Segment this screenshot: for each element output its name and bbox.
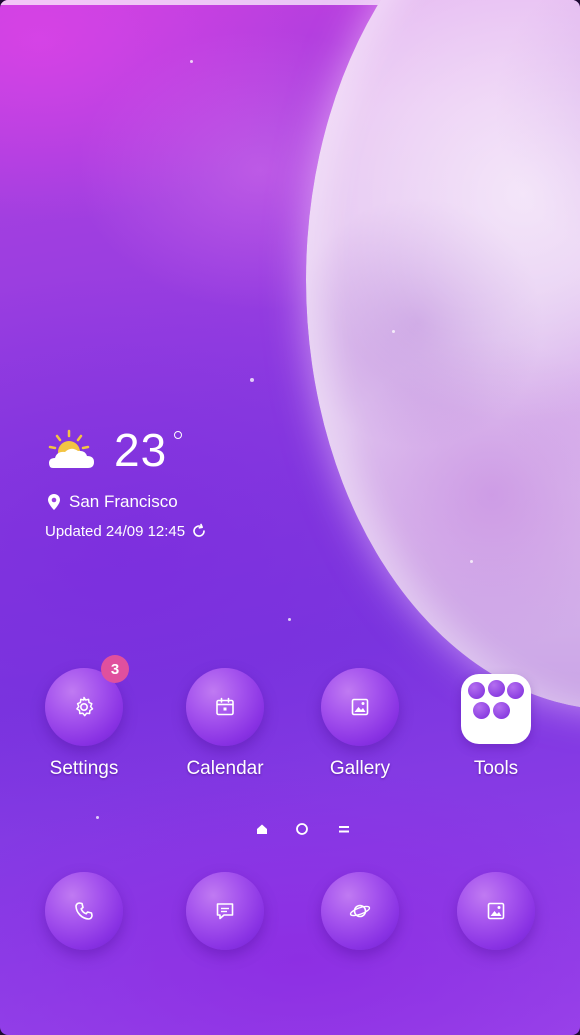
app-gallery[interactable]: Gallery bbox=[300, 668, 420, 780]
folder-app-dot bbox=[507, 682, 524, 699]
home-indicator-icon[interactable] bbox=[255, 822, 269, 836]
folder-icon[interactable] bbox=[461, 674, 531, 744]
app-label: Tools bbox=[473, 758, 519, 779]
location-pin-icon bbox=[48, 494, 60, 510]
dock-messages[interactable] bbox=[165, 872, 285, 950]
app-calendar[interactable]: Calendar bbox=[165, 668, 285, 780]
temperature: 23 bbox=[114, 424, 168, 476]
gallery-icon bbox=[487, 902, 505, 920]
updated-row: Updated 24/09 12:45 bbox=[45, 520, 207, 542]
message-icon bbox=[216, 903, 234, 920]
messages-button[interactable] bbox=[186, 872, 264, 950]
star-sparkle bbox=[250, 378, 254, 382]
refresh-icon[interactable] bbox=[191, 523, 207, 539]
app-label: Gallery bbox=[329, 758, 391, 779]
planet-icon bbox=[349, 904, 371, 918]
notification-badge: 3 bbox=[101, 655, 129, 683]
internet-button[interactable] bbox=[321, 872, 399, 950]
calendar-icon bbox=[216, 697, 234, 716]
app-drawer-indicator-icon[interactable] bbox=[337, 822, 351, 836]
picture-icon bbox=[351, 698, 369, 716]
gear-icon bbox=[76, 696, 94, 717]
folder-app-dot bbox=[488, 680, 505, 697]
calendar-button[interactable] bbox=[186, 668, 264, 746]
star-sparkle bbox=[470, 560, 473, 563]
phone-icon bbox=[75, 902, 93, 920]
app-tools-folder[interactable]: Tools bbox=[436, 670, 556, 780]
star-sparkle bbox=[288, 618, 291, 621]
dock-phone[interactable] bbox=[24, 872, 144, 950]
folder-app-dot bbox=[468, 682, 485, 699]
folder-app-dot bbox=[493, 702, 510, 719]
gallery-button[interactable] bbox=[321, 668, 399, 746]
location-label: San Francisco bbox=[69, 492, 178, 511]
updated-label: Updated 24/09 12:45 bbox=[45, 522, 186, 540]
dock-internet[interactable] bbox=[300, 872, 420, 950]
app-settings[interactable]: Settings bbox=[24, 668, 144, 780]
partly-sunny-icon bbox=[48, 429, 94, 468]
folder-app-dot bbox=[473, 702, 490, 719]
home-screen: 23 San Francisco Updated 24/09 12:45 Set… bbox=[0, 0, 580, 1035]
location-row: San Francisco bbox=[47, 491, 178, 513]
star-sparkle bbox=[190, 60, 193, 63]
degree-symbol bbox=[174, 431, 182, 439]
app-label: Calendar bbox=[186, 758, 264, 779]
star-sparkle bbox=[392, 330, 395, 333]
star-sparkle bbox=[96, 816, 99, 819]
moon-wallpaper bbox=[306, 0, 580, 710]
gallery-dock-button[interactable] bbox=[457, 872, 535, 950]
phone-button[interactable] bbox=[45, 872, 123, 950]
app-label: Settings bbox=[49, 758, 119, 779]
page-dot-indicator-icon[interactable] bbox=[295, 822, 309, 836]
dock-gallery[interactable] bbox=[436, 872, 556, 950]
